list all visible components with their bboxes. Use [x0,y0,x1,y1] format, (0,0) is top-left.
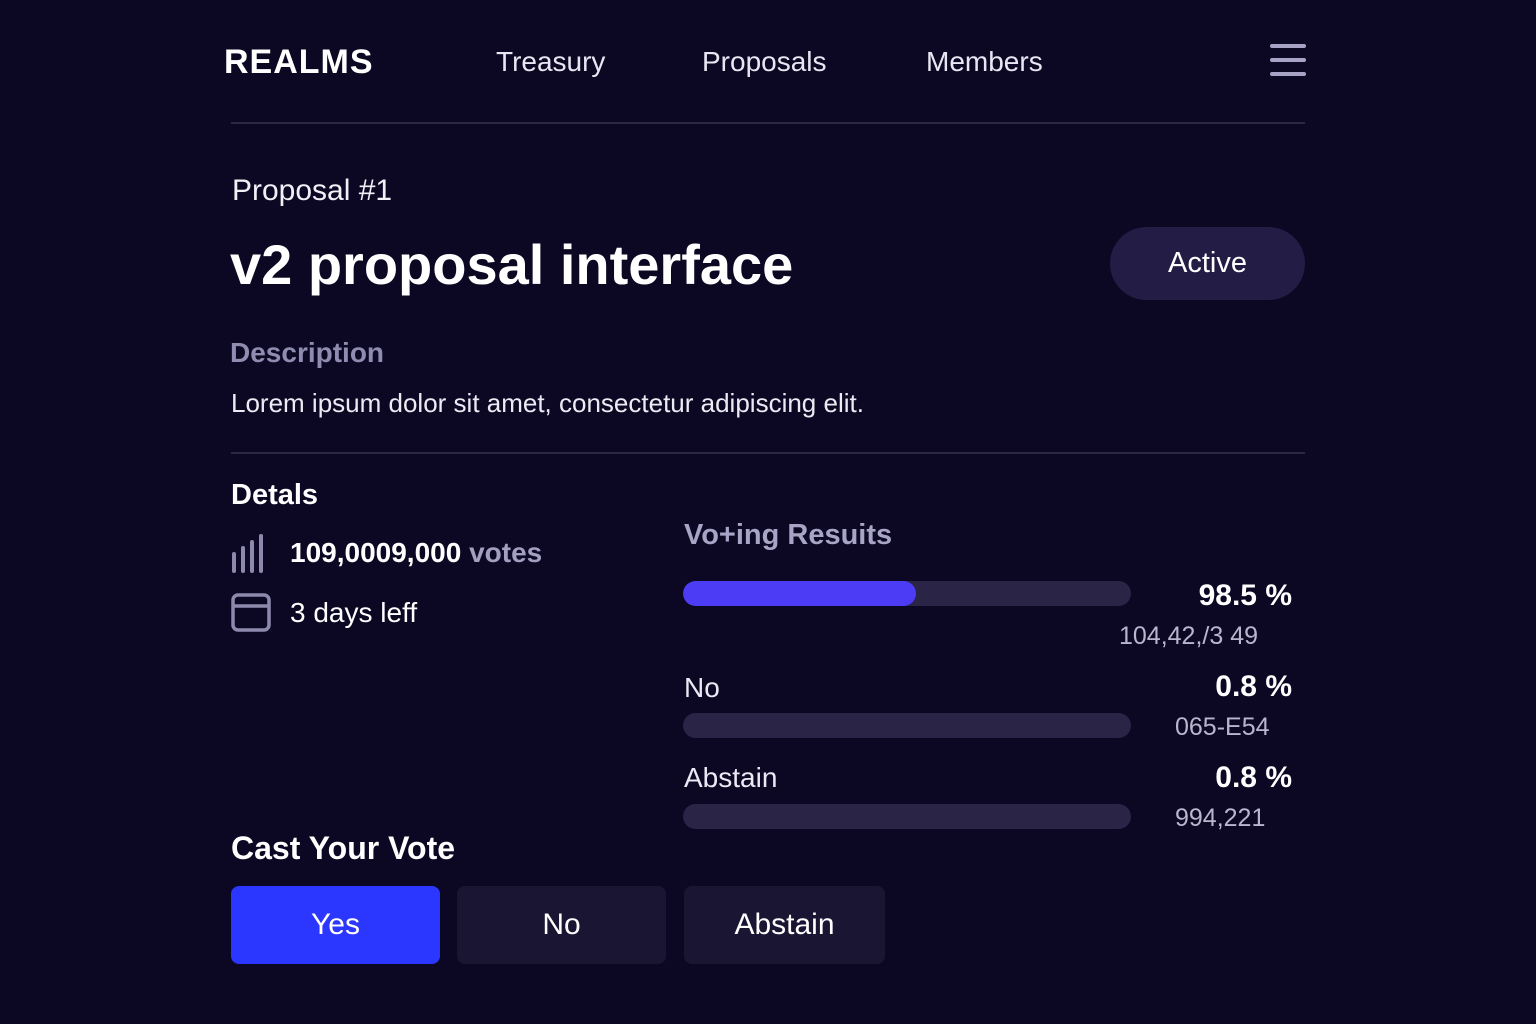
status-badge: Active [1110,227,1305,300]
yes-progress-fill [683,581,916,606]
nav-members[interactable]: Members [926,44,1043,80]
abstain-vote-count: 994,221 [1175,804,1266,832]
details-heading: Detals [231,479,319,511]
menu-line [1270,72,1306,76]
abstain-percent: 0.8 % [1215,761,1292,794]
nav-proposals[interactable]: Proposals [702,44,827,80]
proposal-number: Proposal #1 [232,174,393,207]
calendar-icon [231,593,271,632]
section-divider [231,452,1305,454]
total-votes-suffix: votes [469,537,543,568]
description-label: Description [230,337,385,368]
total-votes: 109,0009,000 votes [290,535,542,571]
description-text: Lorem ipsum dolor sit amet, consectetur … [231,388,864,418]
header-divider [231,122,1305,124]
vote-abstain-button[interactable]: Abstain [684,886,885,964]
abstain-result-label: Abstain [684,762,778,793]
yes-percent: 98.5 % [1198,579,1292,612]
vote-yes-button[interactable]: Yes [231,886,440,964]
vote-no-button[interactable]: No [457,886,666,964]
nav-treasury[interactable]: Treasury [496,44,605,80]
bar-chart-icon [232,534,263,573]
abstain-progress-bar [683,804,1131,829]
realms-logo[interactable]: REALMS [224,40,374,84]
no-progress-bar [683,713,1131,738]
total-votes-value: 109,0009,000 [290,537,462,568]
yes-vote-count: 104,42,/3 49 [1119,622,1259,650]
yes-progress-bar [683,581,1131,606]
no-percent: 0.8 % [1215,670,1292,703]
proposal-page: REALMS Treasury Proposals Members Propos… [0,0,1536,1024]
no-result-label: No [684,672,720,703]
menu-line [1270,44,1306,48]
no-vote-count: 065-E54 [1175,713,1270,741]
cast-vote-heading: Cast Your Vote [231,830,456,866]
hamburger-menu-icon[interactable] [1270,44,1308,80]
menu-line [1270,58,1306,62]
page-title: v2 proposal interface [230,233,794,296]
voting-results-heading: Vo+ing Resuits [684,519,893,551]
time-left: 3 days leff [290,597,418,628]
